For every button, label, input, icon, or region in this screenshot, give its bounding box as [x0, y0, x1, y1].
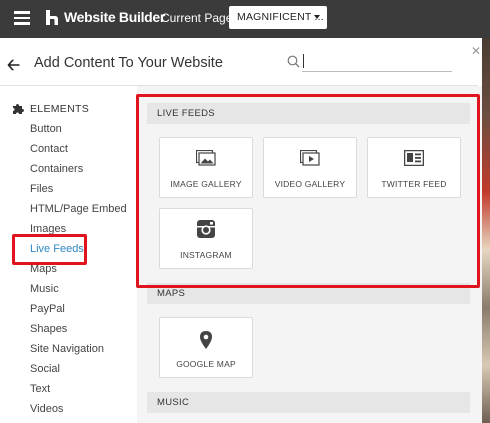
- sidebar-item-html-page-embed[interactable]: HTML/Page Embed: [30, 200, 127, 220]
- tile-label: GOOGLE MAP: [176, 359, 236, 369]
- current-page-value: MAGNIFICENT ...: [237, 11, 324, 23]
- section-header-music: MUSIC: [147, 392, 470, 413]
- back-arrow-icon[interactable]: 🡠: [7, 54, 20, 81]
- puzzle-icon: [13, 104, 24, 114]
- house-logo-icon: [46, 9, 58, 25]
- sidebar-item-contact[interactable]: Contact: [30, 140, 127, 160]
- sidebar-item-site-navigation[interactable]: Site Navigation: [30, 340, 127, 360]
- sidebar-item-videos[interactable]: Videos: [30, 400, 127, 420]
- close-icon[interactable]: ✕: [471, 44, 481, 58]
- category-label: ELEMENTS: [30, 103, 89, 115]
- sidebar-item-containers[interactable]: Containers: [30, 160, 127, 180]
- brand-name: Website Builder: [64, 9, 166, 25]
- hamburger-menu-icon[interactable]: [14, 11, 30, 25]
- sidebar-list: Button Contact Containers Files HTML/Pag…: [30, 120, 127, 420]
- text-cursor: [303, 54, 304, 68]
- current-page-label: Current Page:: [161, 11, 236, 25]
- caret-down-icon: [314, 15, 320, 19]
- tile-google-map[interactable]: GOOGLE MAP: [159, 317, 253, 378]
- sidebar-item-files[interactable]: Files: [30, 180, 127, 200]
- sidebar-item-shapes[interactable]: Shapes: [30, 320, 127, 340]
- sidebar-item-social[interactable]: Social: [30, 360, 127, 380]
- background-page-peek: [482, 38, 490, 423]
- highlight-box-live-feeds-nav: [12, 234, 87, 265]
- current-page-select[interactable]: MAGNIFICENT ...: [229, 6, 327, 29]
- map-pin-icon: [200, 331, 212, 349]
- top-bar: Website Builder Current Page: MAGNIFICEN…: [0, 0, 490, 38]
- panel-title: Add Content To Your Website: [34, 55, 223, 71]
- sidebar-item-paypal[interactable]: PayPal: [30, 300, 127, 320]
- search-icon: [287, 55, 300, 68]
- sidebar-item-button[interactable]: Button: [30, 120, 127, 140]
- sidebar-item-text[interactable]: Text: [30, 380, 127, 400]
- category-elements[interactable]: ELEMENTS: [12, 103, 89, 115]
- website-builder-logo: Website Builder: [46, 9, 165, 25]
- sidebar-item-music[interactable]: Music: [30, 280, 127, 300]
- search-input[interactable]: [302, 52, 452, 72]
- highlight-box-live-feeds-section: [136, 94, 480, 288]
